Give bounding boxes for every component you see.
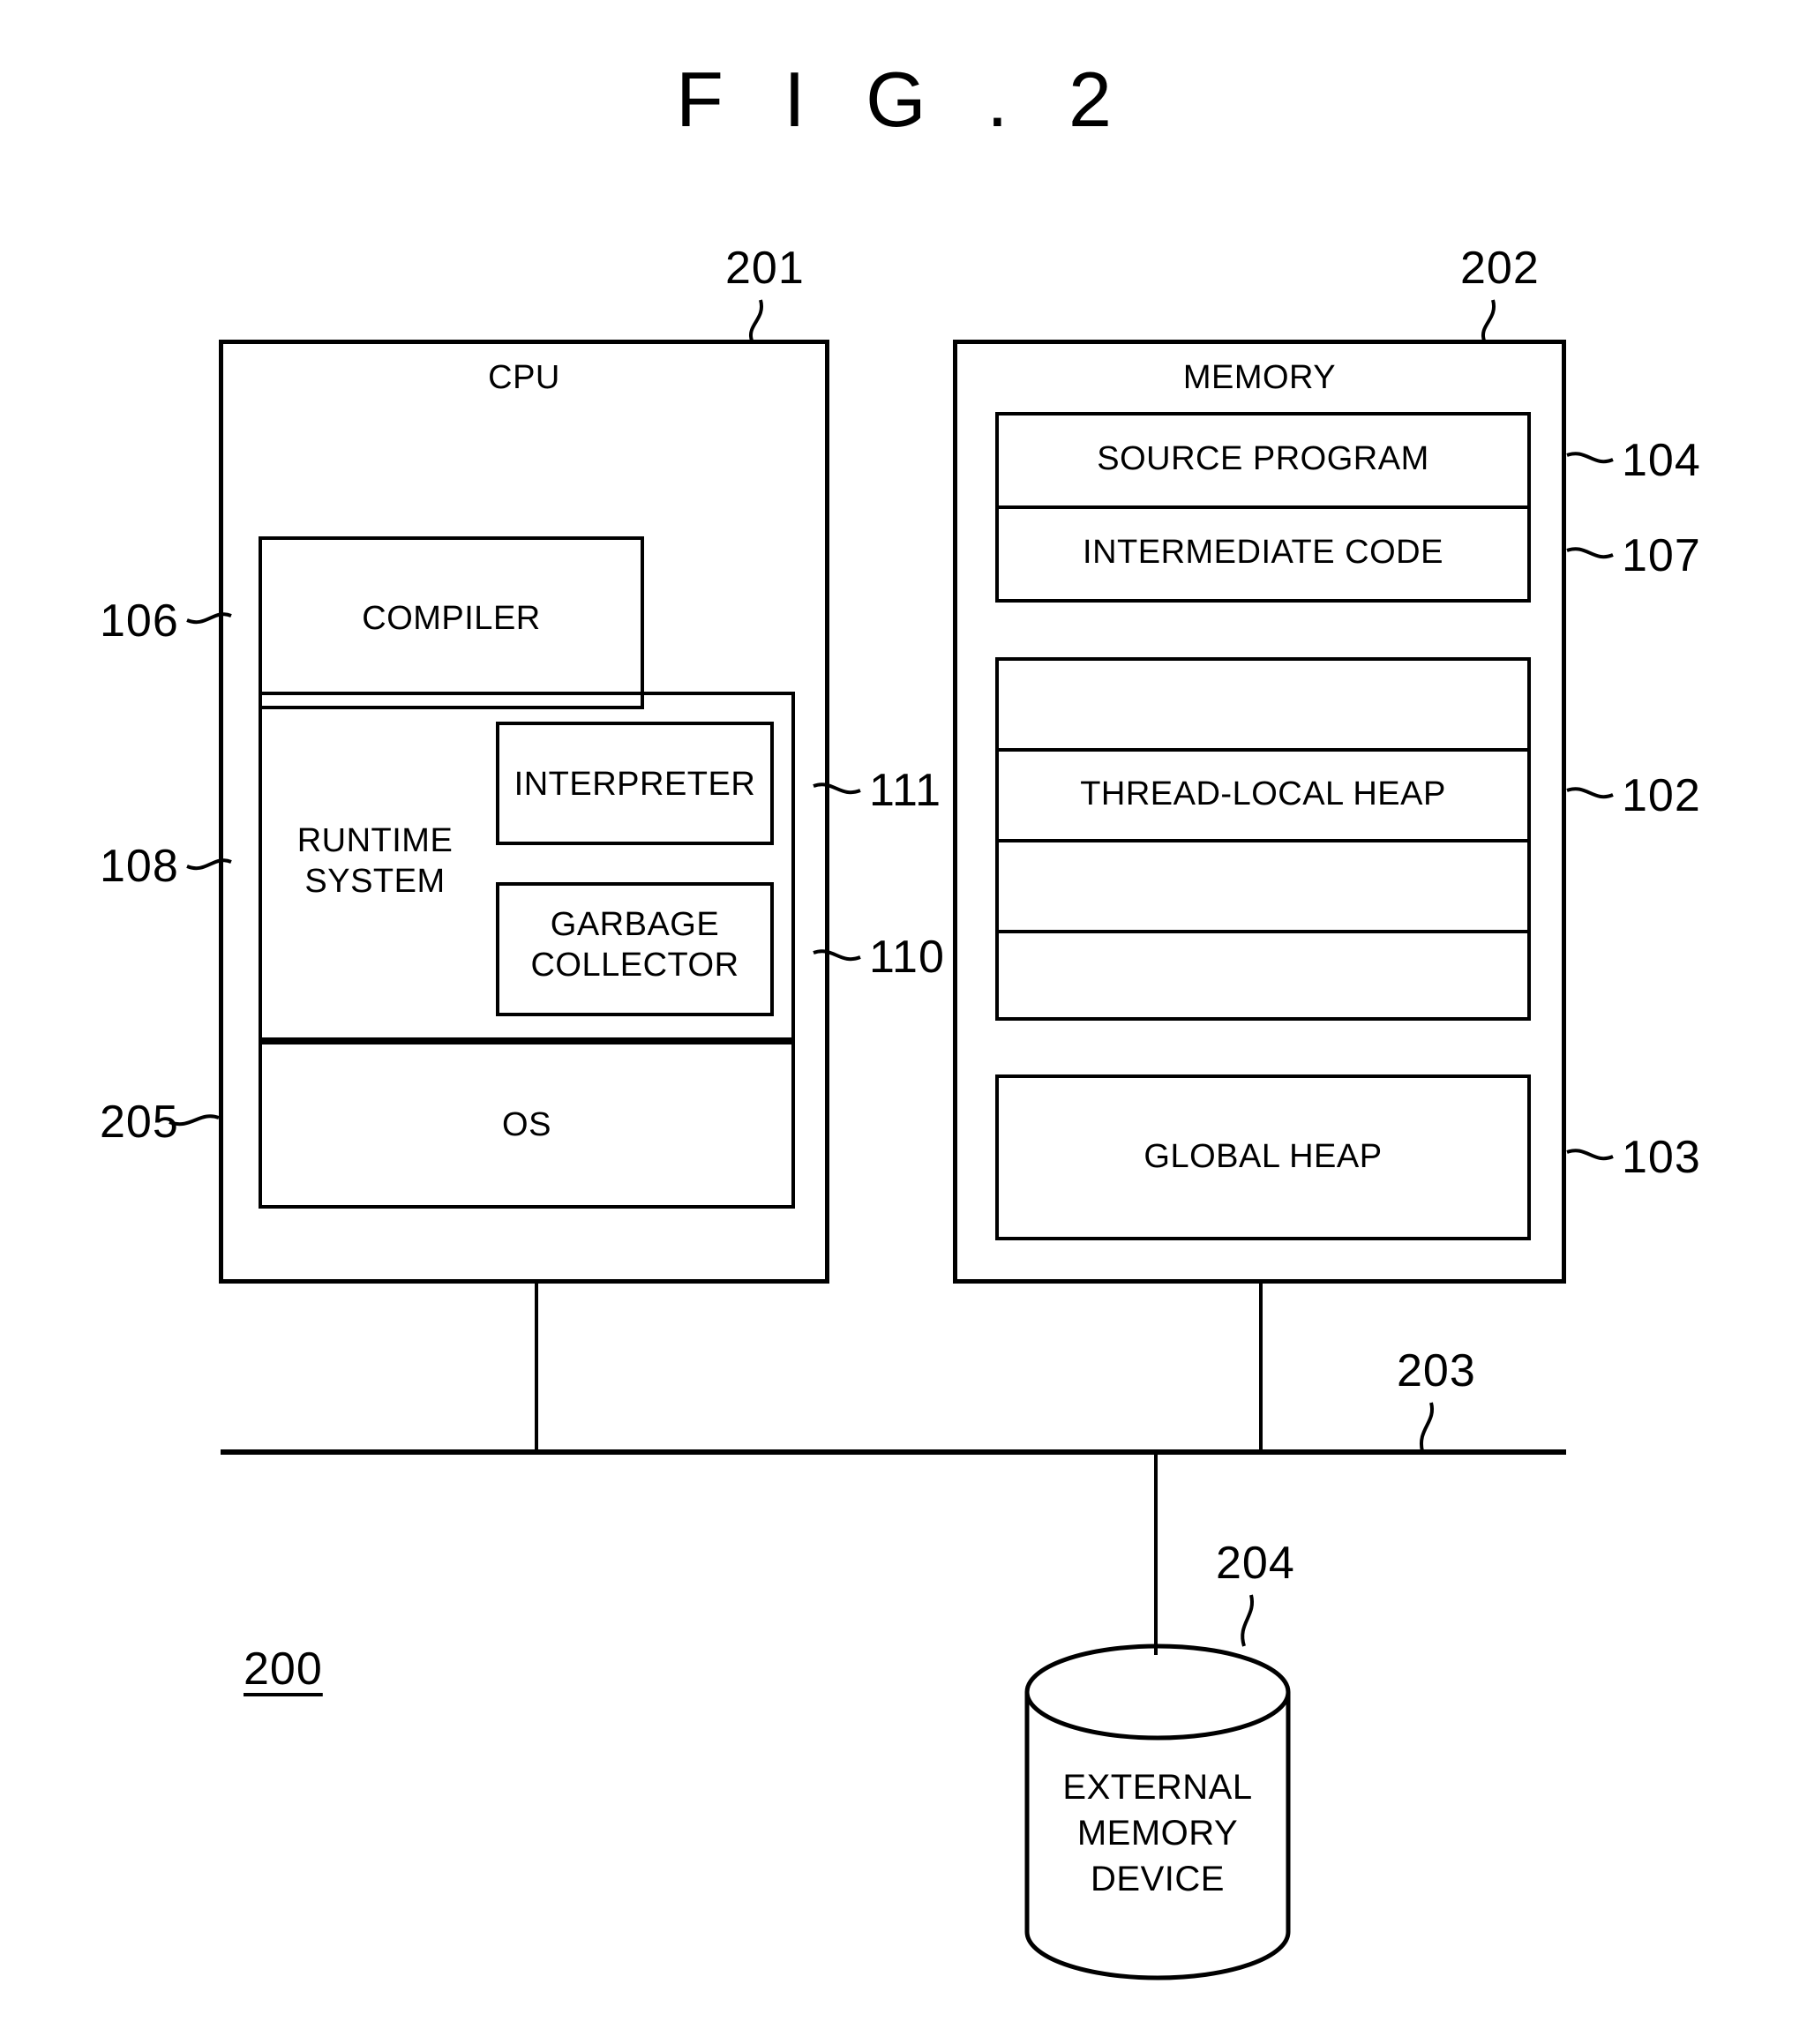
external-device-bus-connector [1154, 1452, 1158, 1655]
runtime-system-label: RUNTIME SYSTEM [296, 822, 454, 900]
ref-200: 200 [244, 1643, 323, 1695]
source-program-label: SOURCE PROGRAM [1097, 440, 1429, 477]
memory-title: MEMORY [1182, 359, 1337, 396]
leader-202 [1481, 299, 1496, 341]
cylinder-top-ellipse [1024, 1643, 1291, 1741]
leader-204 [1241, 1594, 1255, 1647]
os-label: OS [502, 1106, 551, 1143]
program-code-divider [995, 505, 1531, 509]
system-bus-line [221, 1449, 1566, 1455]
ref-102: 102 [1622, 770, 1701, 821]
ref-110: 110 [869, 932, 945, 983]
thread-local-heap-divider-3 [995, 930, 1531, 933]
leader-201 [748, 299, 764, 341]
thread-local-heap-divider-1 [995, 748, 1531, 752]
memory-bus-connector [1259, 1281, 1263, 1454]
ref-111: 111 [869, 765, 942, 816]
ref-201: 201 [725, 243, 805, 294]
intermediate-code-label: INTERMEDIATE CODE [1083, 534, 1443, 571]
ref-106: 106 [100, 595, 179, 647]
garbage-collector-label: GARBAGE COLLECTOR [530, 906, 739, 984]
thread-local-heap-divider-2 [995, 839, 1531, 842]
leader-102 [1566, 787, 1614, 799]
compiler-label: COMPILER [362, 600, 541, 637]
cpu-bus-connector [535, 1281, 538, 1454]
leader-103 [1566, 1149, 1614, 1161]
ref-103: 103 [1622, 1132, 1701, 1183]
cpu-title: CPU [488, 359, 560, 396]
external-memory-device-label: EXTERNAL MEMORY DEVICE [1062, 1768, 1253, 1898]
ref-202: 202 [1460, 243, 1540, 294]
figure-title: F I G . 2 [676, 56, 1131, 143]
ref-203: 203 [1397, 1345, 1476, 1396]
ref-205: 205 [100, 1097, 179, 1148]
figure-canvas: F I G . 2 CPU COMPILER RUNTIME SYSTEM IN… [0, 0, 1807, 2044]
global-heap-label: GLOBAL HEAP [1143, 1138, 1383, 1175]
ref-108: 108 [100, 841, 179, 892]
ref-107: 107 [1622, 530, 1701, 581]
thread-local-heap-label: THREAD-LOCAL HEAP [1080, 775, 1446, 812]
ref-104: 104 [1622, 435, 1701, 486]
ref-204: 204 [1216, 1538, 1295, 1589]
leader-107 [1566, 547, 1614, 559]
leader-104 [1566, 452, 1614, 464]
interpreter-label: INTERPRETER [514, 766, 756, 803]
leader-203 [1419, 1402, 1435, 1452]
